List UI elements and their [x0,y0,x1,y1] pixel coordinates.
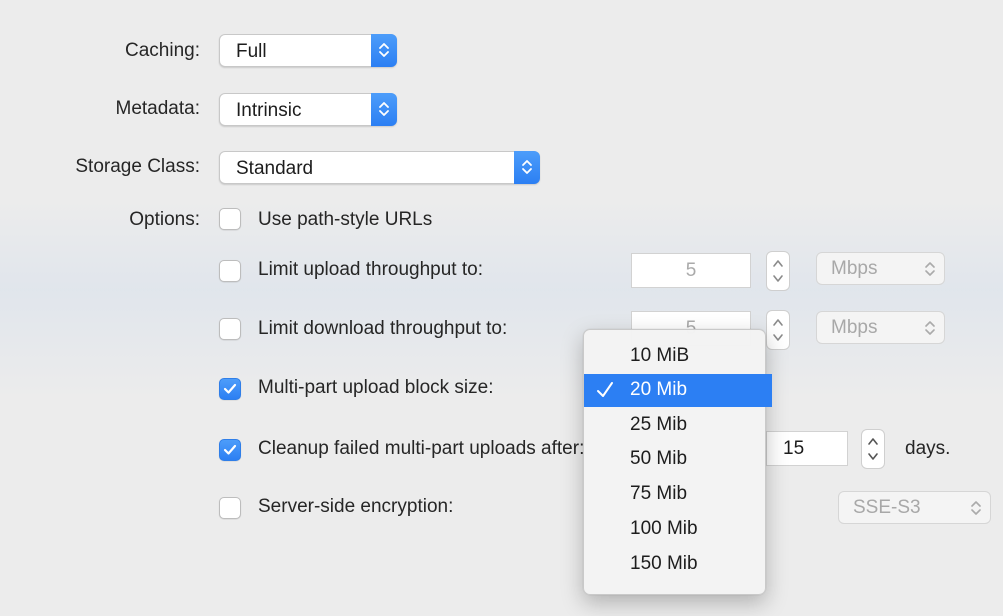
caching-popup[interactable]: Full [219,34,397,67]
limit-download-checkbox[interactable] [219,318,241,340]
caching-label: Caching: [125,40,200,61]
block-size-option-selected[interactable]: 20 Mib [584,374,772,407]
chevron-updown-icon [514,151,540,184]
checkmark-icon [223,444,237,455]
upload-limit-field[interactable]: 5 [631,253,751,288]
download-unit-value: Mbps [831,317,878,338]
cleanup-days-suffix: days. [905,438,951,459]
encryption-popup[interactable]: SSE-S3 [838,491,991,524]
upload-limit-stepper[interactable] [766,251,790,291]
options-label: Options: [129,209,200,230]
limit-upload-label: Limit upload throughput to: [258,259,483,280]
block-size-menu[interactable]: 10 MiB 20 Mib 25 Mib 50 Mib 75 Mib 100 M… [583,329,772,595]
encryption-checkbox[interactable] [219,497,241,519]
encryption-label: Server-side encryption: [258,496,454,517]
caching-value: Full [236,41,267,62]
cleanup-days-stepper[interactable] [861,429,885,469]
metadata-value: Intrinsic [236,100,302,121]
cleanup-checkbox[interactable] [219,439,241,461]
storage-class-value: Standard [236,158,314,179]
chevron-updown-icon [371,93,397,126]
block-size-option[interactable]: 50 Mib [584,443,765,476]
chevron-updown-icon [971,501,981,515]
storage-class-popup[interactable]: Standard [219,151,540,184]
path-style-label: Use path-style URLs [258,209,433,230]
cleanup-label: Cleanup failed multi-part uploads after: [258,438,585,459]
download-limit-stepper[interactable] [766,310,790,350]
multipart-label: Multi-part upload block size: [258,377,494,398]
checkmark-icon [597,382,613,397]
chevron-updown-icon [925,262,935,276]
upload-unit-popup[interactable]: Mbps [816,252,945,285]
block-size-option[interactable]: 10 MiB [584,340,765,373]
block-size-option[interactable]: 75 Mib [584,478,765,511]
storage-class-label: Storage Class: [75,156,200,177]
limit-upload-checkbox[interactable] [219,260,241,282]
download-unit-popup[interactable]: Mbps [816,311,945,344]
checkmark-icon [223,383,237,394]
upload-unit-value: Mbps [831,258,878,279]
multipart-checkbox[interactable] [219,378,241,400]
block-size-option[interactable]: 25 Mib [584,409,765,442]
limit-download-label: Limit download throughput to: [258,318,508,339]
metadata-label: Metadata: [115,98,201,119]
block-size-option[interactable]: 150 Mib [584,548,765,581]
block-size-option[interactable]: 100 Mib [584,513,765,546]
path-style-checkbox[interactable] [219,208,241,230]
encryption-value: SSE-S3 [853,497,921,518]
cleanup-days-field[interactable]: 15 [766,431,848,466]
metadata-popup[interactable]: Intrinsic [219,93,397,126]
chevron-updown-icon [371,34,397,67]
chevron-updown-icon [925,321,935,335]
